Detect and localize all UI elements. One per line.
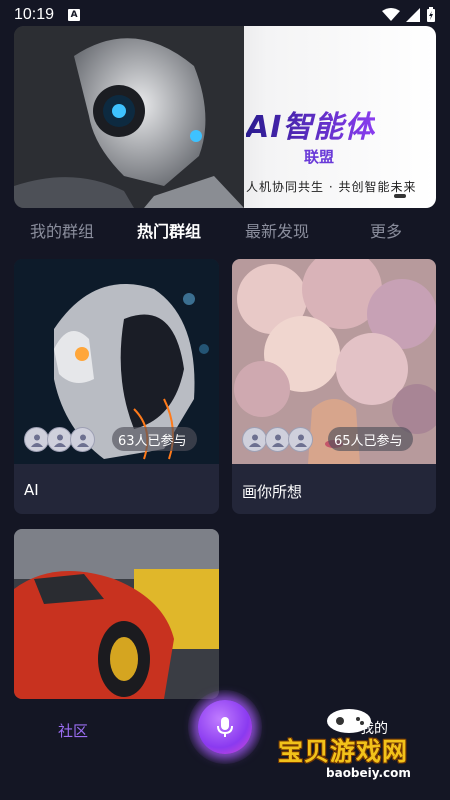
sports-car-image bbox=[14, 529, 219, 699]
status-time: 10:19 bbox=[14, 6, 55, 23]
group-tabs: 我的群组 热门群组 最新发现 更多 bbox=[0, 218, 450, 248]
tab-latest[interactable]: 最新发现 bbox=[245, 218, 309, 242]
watermark-text: 宝贝游戏网 bbox=[278, 737, 409, 766]
notification-a-icon: A bbox=[68, 9, 81, 21]
microphone-icon bbox=[217, 717, 233, 737]
user-icon bbox=[242, 427, 267, 452]
user-icon bbox=[288, 427, 313, 452]
user-icon bbox=[47, 427, 72, 452]
wifi-icon bbox=[382, 8, 400, 21]
robot-illustration bbox=[14, 26, 244, 208]
nav-community[interactable]: 社区 bbox=[58, 720, 88, 741]
user-icon bbox=[24, 427, 49, 452]
group-card-car[interactable] bbox=[14, 529, 219, 699]
voice-input-button[interactable] bbox=[198, 700, 252, 754]
signal-icon bbox=[406, 8, 420, 22]
promo-banner[interactable]: AI智能体 联盟 人机协同共生 · 共创智能未来 bbox=[14, 26, 436, 208]
group-card-draw[interactable]: 65人已参与 画你所想 bbox=[232, 259, 436, 514]
banner-title: AI智能体 bbox=[246, 102, 375, 146]
watermark-url: baobeiy.com bbox=[326, 766, 411, 780]
group-title: 画你所想 bbox=[242, 483, 303, 501]
tab-hot-groups[interactable]: 热门群组 bbox=[137, 218, 201, 242]
participant-count: 63人已参与 bbox=[112, 427, 197, 451]
voice-button-glow bbox=[188, 690, 262, 764]
participant-count: 65人已参与 bbox=[328, 427, 413, 451]
participant-avatars bbox=[24, 427, 95, 452]
banner-slogan: 人机协同共生 · 共创智能未来 bbox=[246, 180, 417, 194]
status-icons bbox=[382, 7, 436, 23]
group-card-ai[interactable]: 63人已参与 AI bbox=[14, 259, 219, 514]
watermark-logo: 宝贝游戏网 baobeiy.com bbox=[270, 706, 430, 796]
participant-avatars bbox=[242, 427, 313, 452]
user-icon bbox=[265, 427, 290, 452]
tab-more[interactable]: 更多 bbox=[370, 218, 402, 242]
carousel-indicator bbox=[394, 194, 406, 198]
tab-my-groups[interactable]: 我的群组 bbox=[30, 218, 94, 242]
group-title: AI bbox=[24, 481, 39, 499]
battery-icon bbox=[427, 7, 435, 22]
banner-subtitle: 联盟 bbox=[304, 148, 335, 166]
user-icon bbox=[70, 427, 95, 452]
